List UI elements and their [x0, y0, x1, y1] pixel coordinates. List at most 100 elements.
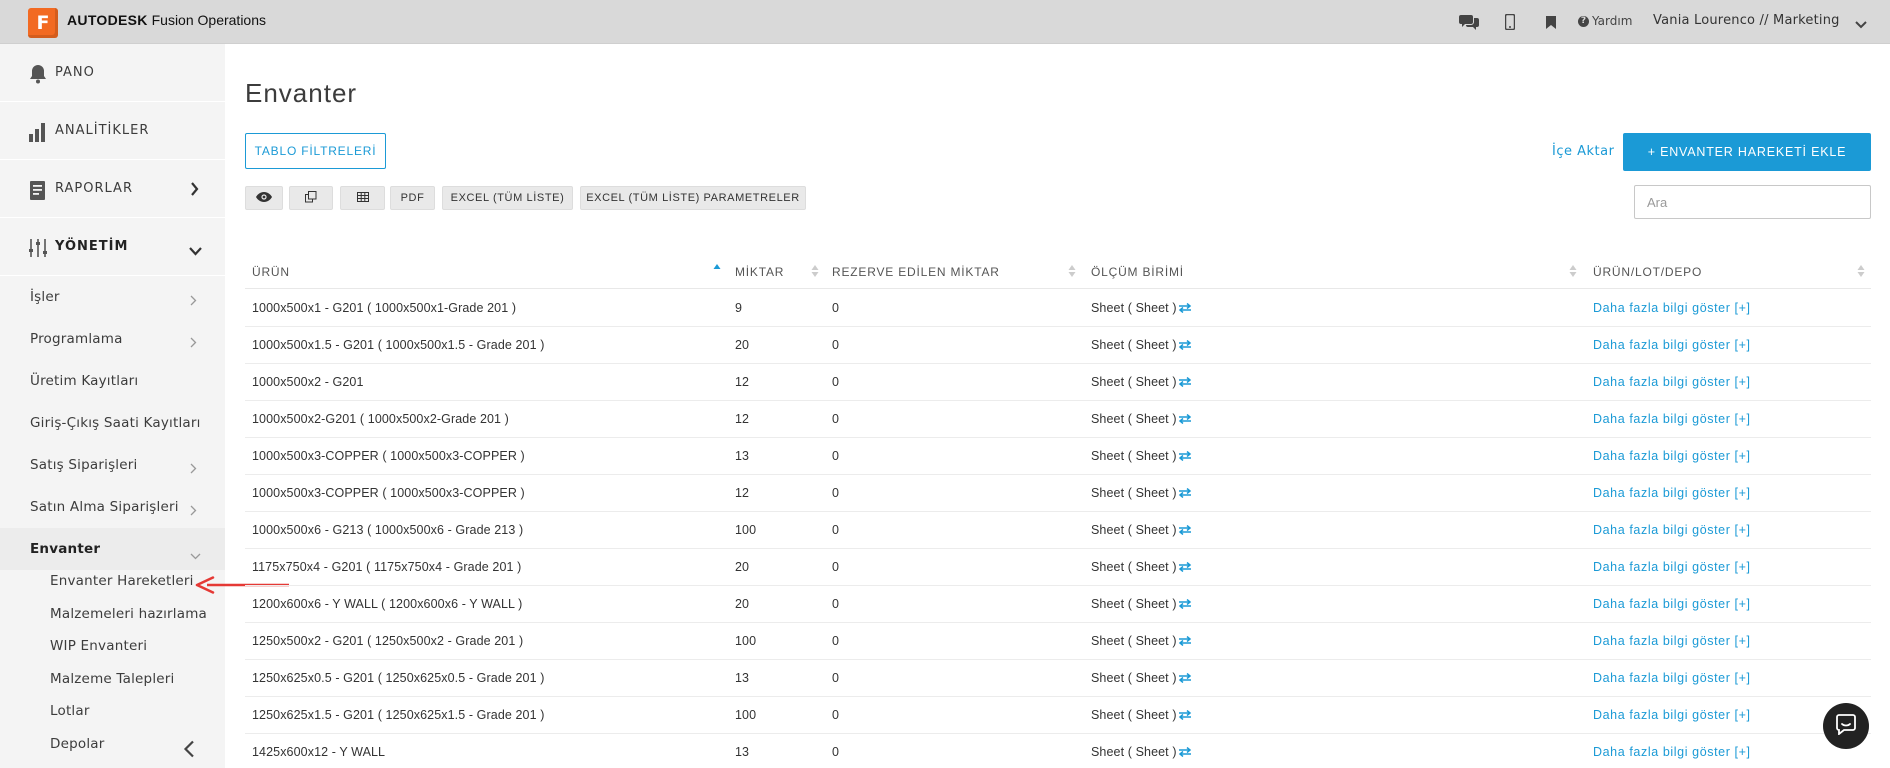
convert-unit-icon[interactable]: [1178, 376, 1192, 390]
show-more-link[interactable]: Daha fazla bilgi göster [+]: [1593, 449, 1751, 463]
import-link[interactable]: İçe Aktar: [1552, 144, 1614, 159]
convert-unit-icon[interactable]: [1178, 487, 1192, 501]
sidebar-item-malzemeleri-hazirlama[interactable]: Malzemeleri hazırlama: [0, 599, 225, 631]
unit-label: Sheet ( Sheet ): [1091, 301, 1177, 315]
column-header-reserved[interactable]: REZERVE EDİLEN MİKTAR: [832, 265, 1000, 279]
show-more-link[interactable]: Daha fazla bilgi göster [+]: [1593, 560, 1751, 574]
cell-product: 1000x500x2-G201 ( 1000x500x2-Grade 201 ): [252, 412, 509, 426]
show-more-link[interactable]: Daha fazla bilgi göster [+]: [1593, 671, 1751, 685]
column-header-product[interactable]: ÜRÜN: [252, 265, 290, 279]
unit-label: Sheet ( Sheet ): [1091, 375, 1177, 389]
show-more-link[interactable]: Daha fazla bilgi göster [+]: [1593, 301, 1751, 315]
sidebar-item-envanter-hareketleri[interactable]: Envanter Hareketleri: [0, 566, 225, 598]
csv-button[interactable]: [340, 186, 385, 210]
convert-unit-icon[interactable]: [1178, 598, 1192, 612]
brand-name: AUTODESK Fusion Operations: [67, 12, 266, 28]
show-more-link[interactable]: Daha fazla bilgi göster [+]: [1593, 338, 1751, 352]
table-row[interactable]: 1200x600x6 - Y WALL ( 1200x600x6 - Y WAL…: [245, 586, 1871, 623]
pdf-button[interactable]: PDF: [390, 186, 435, 210]
table-row[interactable]: 1000x500x6 - G213 ( 1000x500x6 - Grade 2…: [245, 512, 1871, 549]
table-row[interactable]: 1175x750x4 - G201 ( 1175x750x4 - Grade 2…: [245, 549, 1871, 586]
cell-product: 1000x500x3-COPPER ( 1000x500x3-COPPER ): [252, 486, 525, 500]
convert-unit-icon[interactable]: [1178, 672, 1192, 686]
sort-icon[interactable]: [1857, 262, 1865, 280]
sidebar-item-giris-cikis[interactable]: Giriş-Çıkış Saati Kayıtları: [0, 402, 225, 444]
sort-icon[interactable]: [1569, 262, 1577, 280]
sidebar-item-raporlar[interactable]: RAPORLAR: [0, 160, 225, 218]
sort-asc-icon[interactable]: [713, 262, 721, 280]
column-header-unit[interactable]: ÖLÇÜM BİRİMİ: [1091, 265, 1184, 279]
sidebar-item-wip-envanteri[interactable]: WIP Envanteri: [0, 631, 225, 663]
convert-unit-icon[interactable]: [1178, 746, 1192, 760]
table-row[interactable]: 1000x500x1.5 - G201 ( 1000x500x1.5 - Gra…: [245, 327, 1871, 364]
brand-bold: AUTODESK: [67, 12, 148, 28]
column-header-quantity[interactable]: MİKTAR: [735, 265, 784, 279]
search-input[interactable]: [1634, 185, 1871, 219]
chevron-down-icon[interactable]: [1855, 14, 1867, 33]
sidebar-item-analitikler[interactable]: ANALİTİKLER: [0, 102, 225, 160]
excel-params-button[interactable]: EXCEL (TÜM LİSTE) PARAMETRELER: [580, 186, 806, 210]
table-row[interactable]: 1000x500x2 - G201 12 0 Sheet ( Sheet ) Daha …: [245, 364, 1871, 401]
show-more-link[interactable]: Daha fazla bilgi göster [+]: [1593, 412, 1751, 426]
cell-reserved: 0: [832, 708, 840, 722]
sidebar-item-label: Envanter: [30, 541, 101, 557]
sidebar-item-isler[interactable]: İşler: [0, 276, 225, 318]
sidebar-item-malzeme-talepleri[interactable]: Malzeme Talepleri: [0, 664, 225, 696]
table-row[interactable]: 1250x625x0.5 - G201 ( 1250x625x0.5 - Gra…: [245, 660, 1871, 697]
table-row[interactable]: 1000x500x3-COPPER ( 1000x500x3-COPPER ) 1…: [245, 438, 1871, 475]
sort-icon[interactable]: [1068, 262, 1076, 280]
add-inventory-movement-button[interactable]: + ENVANTER HAREKETİ EKLE: [1623, 133, 1871, 171]
sidebar-item-yonetim[interactable]: YÖNETİM: [0, 218, 225, 276]
show-more-link[interactable]: Daha fazla bilgi göster [+]: [1593, 708, 1751, 722]
chat-icon[interactable]: [1459, 12, 1479, 32]
sidebar-item-pano[interactable]: PANO: [0, 44, 225, 102]
convert-unit-icon[interactable]: [1178, 302, 1192, 316]
fusion-logo[interactable]: F: [28, 8, 58, 38]
cell-reserved: 0: [832, 412, 840, 426]
cell-reserved: 0: [832, 745, 840, 759]
sidebar-item-satin-alma[interactable]: Satın Alma Siparişleri: [0, 486, 225, 528]
table-filters-button[interactable]: TABLO FİLTRELERİ: [245, 133, 386, 169]
cell-product: 1250x625x0.5 - G201 ( 1250x625x0.5 - Gra…: [252, 671, 545, 685]
show-more-link[interactable]: Daha fazla bilgi göster [+]: [1593, 634, 1751, 648]
sidebar-item-satis-siparisleri[interactable]: Satış Siparişleri: [0, 444, 225, 486]
sidebar-item-uretim-kayitlari[interactable]: Üretim Kayıtları: [0, 360, 225, 402]
collapse-sidebar-icon[interactable]: [183, 740, 195, 762]
unit-label: Sheet ( Sheet ): [1091, 560, 1177, 574]
table-row[interactable]: 1425x600x12 - Y WALL 13 0 Sheet ( Sheet ) Da…: [245, 734, 1871, 768]
show-more-link[interactable]: Daha fazla bilgi göster [+]: [1593, 745, 1751, 759]
convert-unit-icon[interactable]: [1178, 561, 1192, 575]
show-more-link[interactable]: Daha fazla bilgi göster [+]: [1593, 486, 1751, 500]
excel-all-button[interactable]: EXCEL (TÜM LİSTE): [442, 186, 573, 210]
show-more-link[interactable]: Daha fazla bilgi göster [+]: [1593, 597, 1751, 611]
mobile-icon[interactable]: [1500, 12, 1520, 32]
user-menu[interactable]: Vania Lourenco // Marketing: [1653, 13, 1840, 28]
table-header: ÜRÜN MİKTAR REZERVE EDİLEN MİKTAR ÖLÇÜM …: [245, 255, 1871, 289]
convert-unit-icon[interactable]: [1178, 524, 1192, 538]
show-more-link[interactable]: Daha fazla bilgi göster [+]: [1593, 523, 1751, 537]
convert-unit-icon[interactable]: [1178, 339, 1192, 353]
bookmark-icon[interactable]: [1541, 12, 1561, 32]
sidebar-item-lotlar[interactable]: Lotlar: [0, 696, 225, 728]
convert-unit-icon[interactable]: [1178, 413, 1192, 427]
table-row[interactable]: 1250x500x2 - G201 ( 1250x500x2 - Grade 2…: [245, 623, 1871, 660]
convert-unit-icon[interactable]: [1178, 635, 1192, 649]
table-row[interactable]: 1000x500x3-COPPER ( 1000x500x3-COPPER ) 1…: [245, 475, 1871, 512]
sort-icon[interactable]: [811, 262, 819, 280]
cell-product: 1000x500x1.5 - G201 ( 1000x500x1.5 - Gra…: [252, 338, 545, 352]
sidebar-item-programlama[interactable]: Programlama: [0, 318, 225, 360]
table-row[interactable]: 1000x500x2-G201 ( 1000x500x2-Grade 201 )…: [245, 401, 1871, 438]
help-link[interactable]: ? Yardım: [1578, 14, 1632, 28]
show-more-link[interactable]: Daha fazla bilgi göster [+]: [1593, 375, 1751, 389]
sidebar-item-envanter[interactable]: Envanter: [0, 528, 225, 570]
convert-unit-icon[interactable]: [1178, 450, 1192, 464]
table-row[interactable]: 1250x625x1.5 - G201 ( 1250x625x1.5 - Gra…: [245, 697, 1871, 734]
cell-product: 1175x750x4 - G201 ( 1175x750x4 - Grade 2…: [252, 560, 522, 574]
column-visibility-button[interactable]: [245, 186, 283, 210]
copy-button[interactable]: [289, 186, 333, 210]
bar-chart-icon: [27, 121, 49, 143]
column-header-product-lot-warehouse[interactable]: ÜRÜN/LOT/DEPO: [1593, 265, 1702, 279]
table-row[interactable]: 1000x500x1 - G201 ( 1000x500x1-Grade 201…: [245, 290, 1871, 327]
support-chat-button[interactable]: [1823, 703, 1869, 749]
convert-unit-icon[interactable]: [1178, 709, 1192, 723]
